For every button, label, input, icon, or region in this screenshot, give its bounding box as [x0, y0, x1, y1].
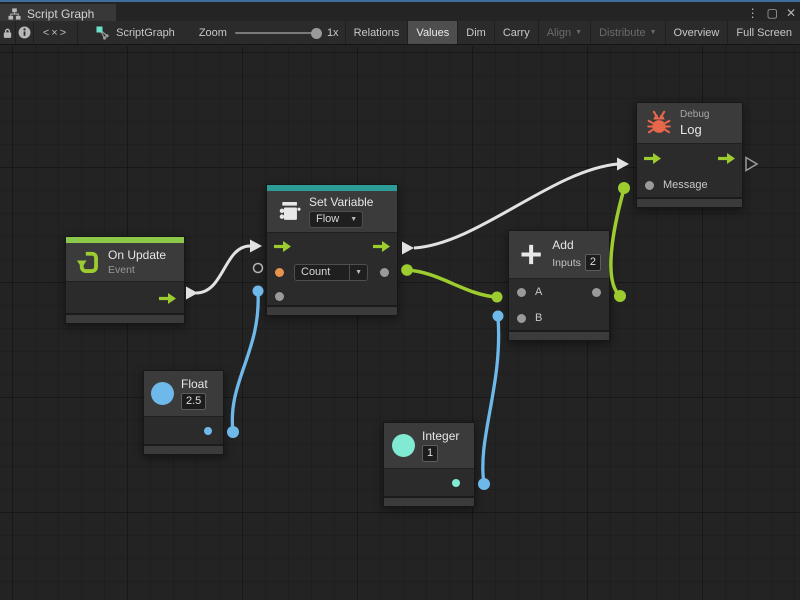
- integer-type-icon: [392, 434, 415, 457]
- flow-input-port[interactable]: [274, 241, 291, 252]
- node-title: Log: [680, 122, 709, 137]
- graph-breadcrumb[interactable]: ScriptGraph: [86, 21, 185, 44]
- integer-value-field[interactable]: 1: [422, 445, 438, 462]
- clear-button[interactable]: <×>: [34, 21, 78, 44]
- lock-button[interactable]: [0, 21, 16, 44]
- toolbar: <×> ScriptGraph Zoom 1x Relations Values…: [0, 21, 800, 45]
- chevron-down-icon: ▼: [575, 29, 582, 36]
- flow-input-port[interactable]: [644, 153, 661, 164]
- node-footer: [267, 305, 397, 315]
- node-subtitle: Event: [108, 264, 166, 276]
- node-footer: [144, 444, 223, 454]
- message-input-port[interactable]: [645, 181, 654, 190]
- zoom-slider[interactable]: [235, 32, 319, 34]
- zoom-slider-handle[interactable]: [311, 28, 322, 39]
- graph-hierarchy-icon: [8, 8, 21, 20]
- node-footer: [509, 330, 609, 340]
- integer-output-port[interactable]: [452, 479, 460, 487]
- inspect-button[interactable]: [16, 21, 34, 44]
- input-b-label: B: [535, 312, 542, 324]
- node-add[interactable]: Add Inputs 2 A B: [508, 230, 610, 341]
- node-on-update[interactable]: On Update Event: [65, 236, 185, 324]
- loop-icon: [74, 249, 101, 276]
- info-icon: [18, 26, 31, 39]
- node-float[interactable]: Float 2.5: [143, 370, 224, 455]
- node-footer: [637, 197, 742, 207]
- input-b-port[interactable]: [517, 314, 526, 323]
- flow-output-port[interactable]: [159, 293, 176, 304]
- flow-output-port[interactable]: [373, 241, 390, 252]
- toolbar-button-relations[interactable]: Relations: [345, 21, 409, 44]
- variable-icon: [275, 198, 302, 225]
- graph-breadcrumb-label: ScriptGraph: [116, 27, 175, 39]
- message-label: Message: [663, 179, 708, 191]
- toolbar-button-values[interactable]: Values: [408, 21, 458, 44]
- inputs-label: Inputs: [552, 257, 581, 269]
- toolbar-button-overview[interactable]: Overview: [666, 21, 729, 44]
- lock-icon: [2, 27, 13, 39]
- close-icon[interactable]: ✕: [786, 5, 796, 21]
- node-integer[interactable]: Integer 1: [383, 422, 475, 507]
- node-debug-log[interactable]: Debug Log Message: [636, 102, 743, 208]
- node-title: Set Variable: [309, 195, 373, 209]
- node-footer: [66, 313, 184, 323]
- flow-output-port[interactable]: [718, 153, 735, 164]
- input-a-port[interactable]: [517, 288, 526, 297]
- toolbar-button-align[interactable]: Align▼: [539, 21, 591, 44]
- inputs-count-field[interactable]: 2: [585, 254, 601, 271]
- chevron-down-icon: ▼: [345, 212, 362, 227]
- zoom-value: 1x: [327, 27, 339, 39]
- node-title: Float: [181, 377, 208, 391]
- node-set-variable[interactable]: Set Variable Flow ▼ Count ▼: [266, 184, 398, 316]
- titlebar: Script Graph ⋮ ▢ ✕: [0, 0, 800, 21]
- node-title: Add: [552, 238, 601, 252]
- variable-name-dropdown[interactable]: Count ▼: [294, 264, 368, 281]
- toolbar-button-fullscreen[interactable]: Full Screen: [728, 21, 800, 44]
- variable-kind-dropdown[interactable]: Flow ▼: [309, 211, 363, 228]
- bug-icon: [645, 109, 673, 137]
- maximize-icon[interactable]: ▢: [767, 5, 778, 21]
- sum-output-port[interactable]: [592, 288, 601, 297]
- value-output-port[interactable]: [380, 268, 389, 277]
- chevron-down-icon: ▼: [349, 265, 367, 280]
- chevron-down-icon: ▼: [650, 29, 657, 36]
- script-graph-icon: [96, 26, 110, 40]
- value-input-port[interactable]: [275, 268, 284, 277]
- node-footer: [384, 496, 474, 506]
- angle-brackets-x-icon: <×>: [43, 27, 68, 39]
- toolbar-button-distribute[interactable]: Distribute▼: [591, 21, 665, 44]
- window-menu-icon[interactable]: ⋮: [747, 5, 759, 21]
- script-graph-window: Script Graph ⋮ ▢ ✕ <×>: [0, 0, 800, 600]
- toolbar-button-dim[interactable]: Dim: [458, 21, 495, 44]
- node-category: Debug: [680, 109, 709, 120]
- fallback-input-port[interactable]: [275, 292, 284, 301]
- node-title: Integer: [422, 429, 459, 443]
- tab-title: Script Graph: [27, 7, 94, 21]
- input-a-label: A: [535, 286, 542, 298]
- toolbar-button-carry[interactable]: Carry: [495, 21, 539, 44]
- float-output-port[interactable]: [204, 427, 212, 435]
- plus-icon: [517, 240, 545, 269]
- zoom-label: Zoom: [199, 27, 227, 39]
- float-type-icon: [151, 382, 174, 405]
- node-title: On Update: [108, 248, 166, 262]
- float-value-field[interactable]: 2.5: [181, 393, 206, 410]
